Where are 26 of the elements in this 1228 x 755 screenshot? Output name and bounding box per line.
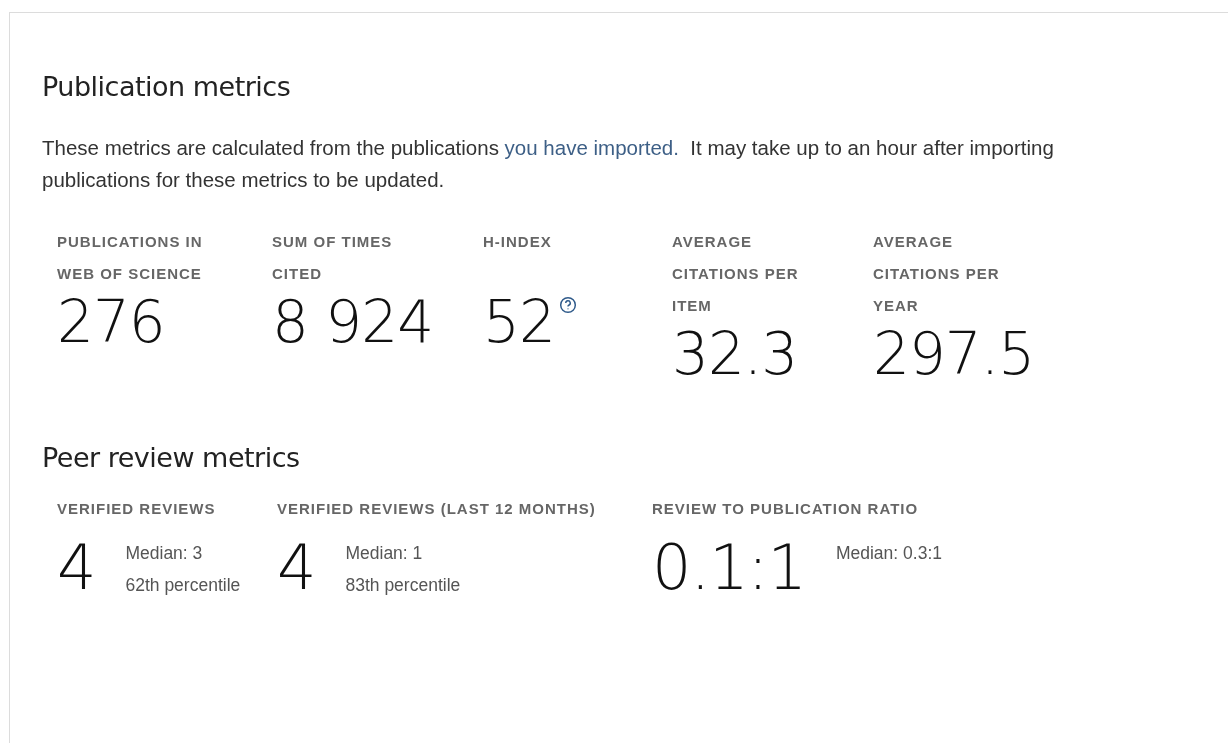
metric-value: 276 [57, 294, 165, 350]
metric-label: VERIFIED REVIEWS [57, 499, 216, 519]
median-text: Median: 0.3:1 [835, 542, 942, 565]
help-icon[interactable] [558, 296, 577, 314]
imported-link[interactable]: you have imported. [504, 136, 679, 159]
metric-value: 52 [483, 294, 555, 350]
metric-label: REVIEW TO PUBLICATION RATIO [652, 499, 919, 519]
metric-label: H-INDEX [483, 232, 552, 252]
metric-label: SUM OF TIMES CITED [272, 232, 394, 284]
percentile-text: 62th percentile [125, 574, 241, 597]
metric-label: PUBLICATIONS IN WEB OF SCIENCE [57, 232, 204, 284]
metric-value: 0.1:1 [652, 537, 806, 599]
percentile-text: 83th percentile [345, 574, 461, 597]
metric-value: 8 924 [272, 294, 434, 350]
metric-label: AVERAGE CITATIONS PER YEAR [873, 232, 1001, 316]
metric-value: 32.3 [672, 326, 798, 382]
median-text: Median: 1 [345, 542, 424, 565]
metric-value: 297.5 [873, 326, 1035, 382]
metric-value: 4 [57, 537, 96, 599]
section-title: Peer review metrics [42, 442, 300, 473]
metric-label: VERIFIED REVIEWS (LAST 12 MONTHS) [277, 499, 596, 519]
section-title: Publication metrics [42, 71, 291, 102]
description-text: These metrics are calculated from the publications you have imported. It may take up to an hour after importing publications for these metrics to be updated. [42, 135, 1055, 193]
metric-value: 4 [277, 537, 316, 599]
metric-label: AVERAGE CITATIONS PER ITEM [672, 232, 800, 316]
median-text: Median: 3 [125, 542, 204, 565]
